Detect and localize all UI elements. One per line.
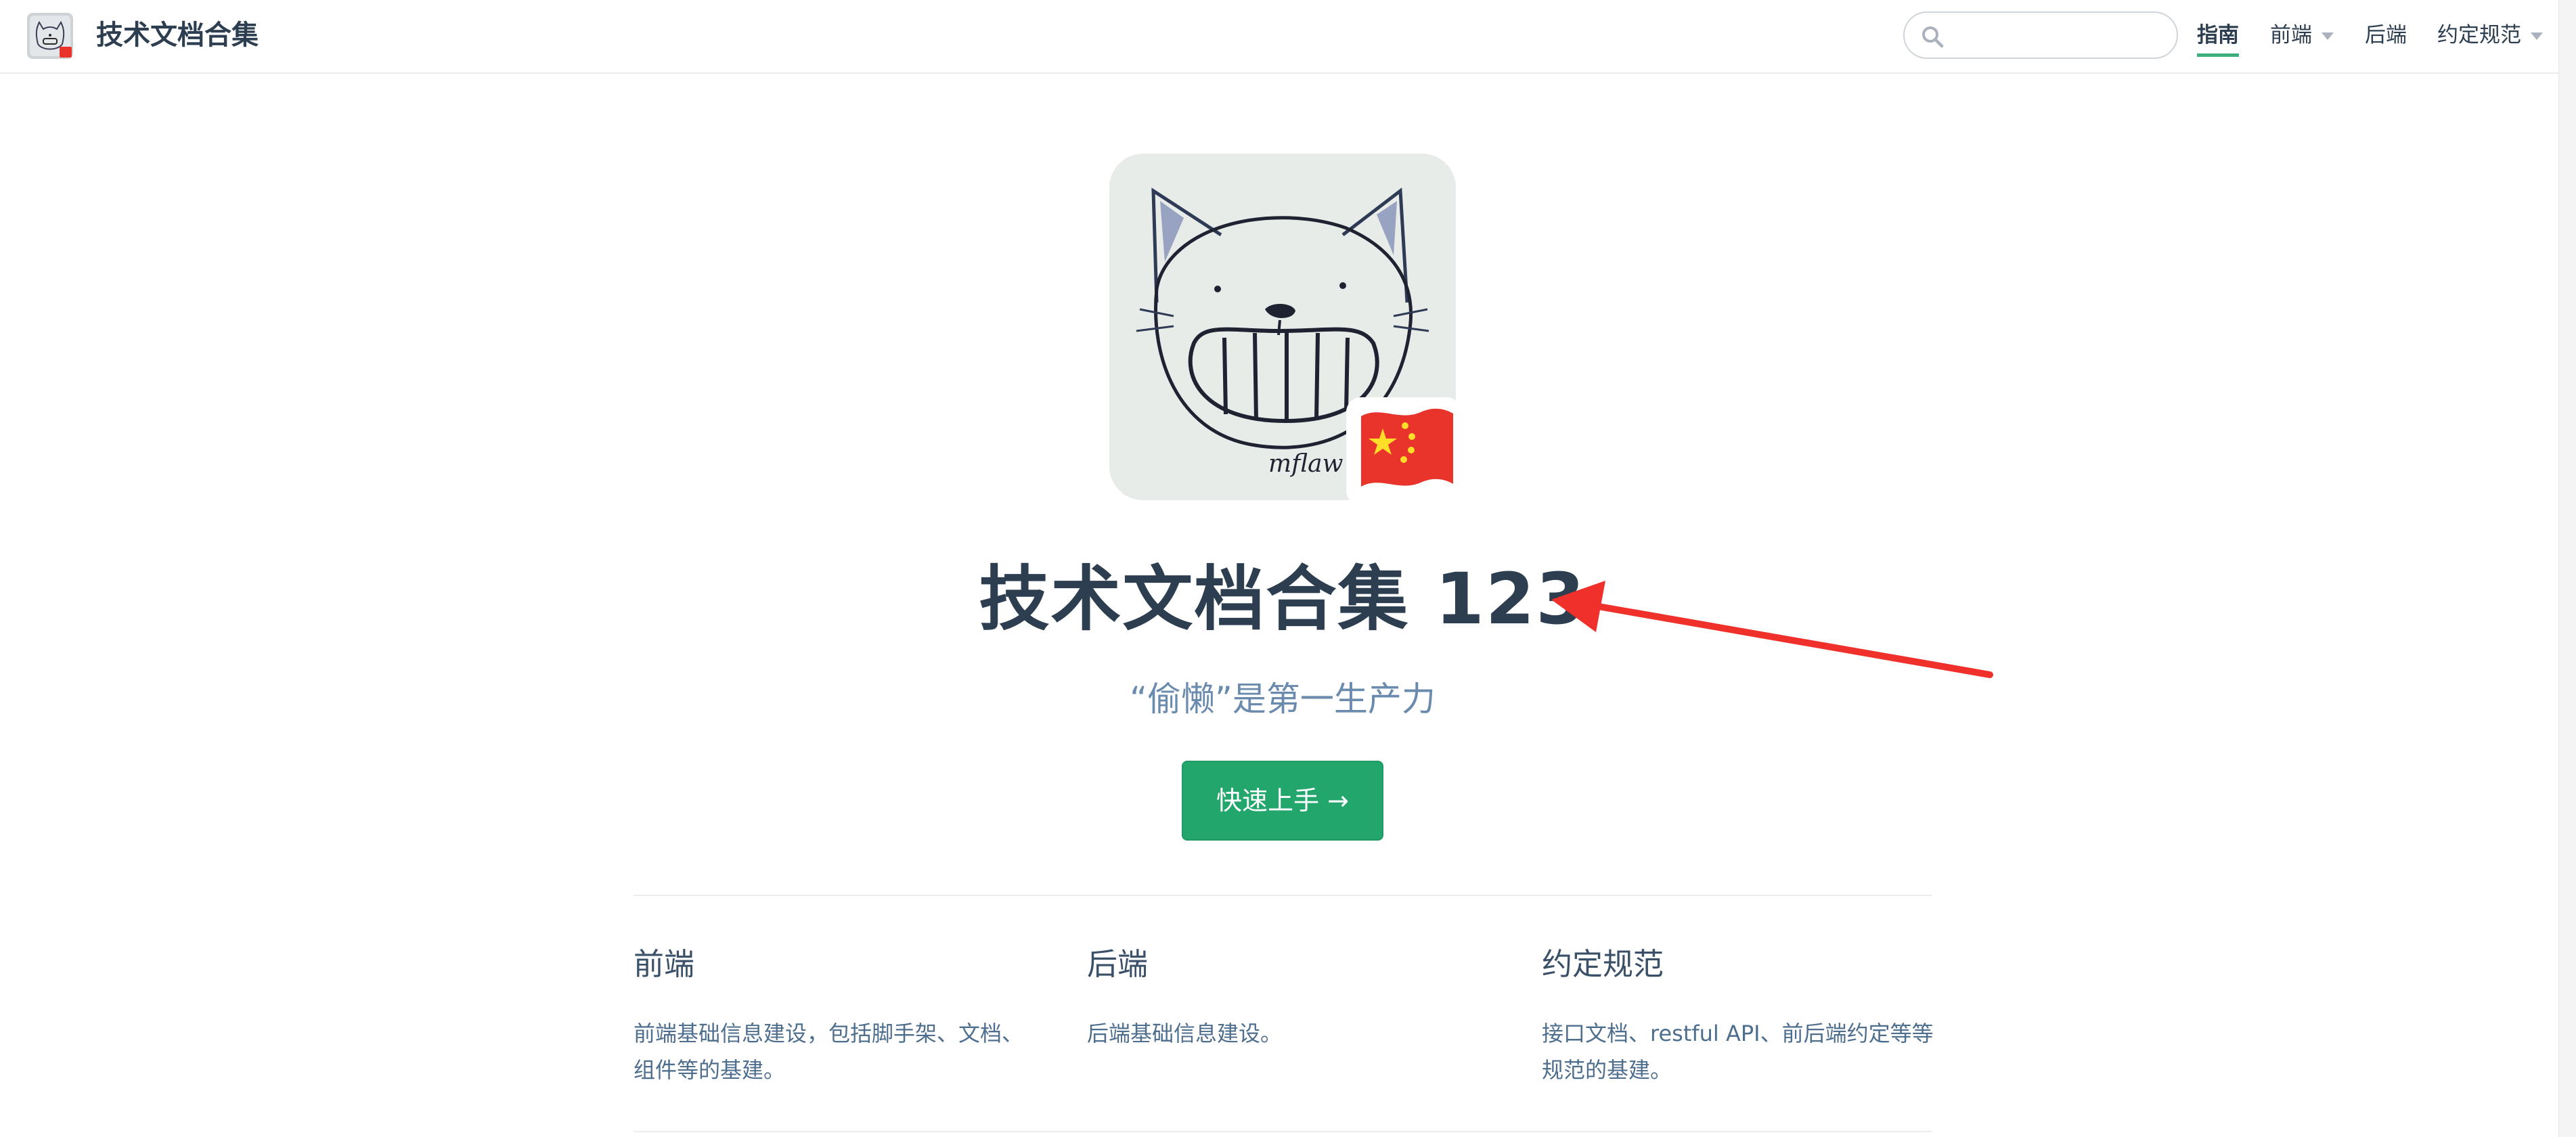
nav-item-frontend[interactable]: 前端 — [2270, 16, 2334, 54]
search-box[interactable] — [1903, 12, 2178, 59]
get-started-button[interactable]: 快速上手 → — [1182, 761, 1383, 841]
chevron-down-icon — [2531, 32, 2543, 40]
divider — [634, 1131, 1932, 1132]
nav-item-label: 前端 — [2270, 23, 2312, 47]
hero-description: “偷懒”是第一生产力 — [1130, 679, 1436, 719]
red-arrow-annotation-icon — [1551, 581, 1993, 678]
search-input[interactable] — [1955, 21, 2164, 51]
feature-backend: 后端 后端基础信息建设。 — [1087, 941, 1493, 1052]
feature-details: 接口文档、restful API、前后端约定等等规范的基建。 — [1542, 1021, 1934, 1083]
feature-title: 前端 — [634, 946, 695, 982]
feature-details: 前端基础信息建设，包括脚手架、文档、组件等的基建。 — [634, 1021, 1024, 1083]
feature-title: 后端 — [1087, 946, 1149, 982]
scrollbar[interactable] — [2558, 0, 2576, 1137]
nav-item-conventions[interactable]: 约定规范 — [2437, 16, 2543, 54]
navbar: 技术文档合集 指南 前端 后端 约定规范 — [0, 0, 2576, 74]
search-icon — [1922, 26, 1944, 48]
site-logo[interactable] — [27, 13, 73, 59]
feature-title: 约定规范 — [1542, 946, 1664, 982]
signature-text: mflaw — [1268, 450, 1343, 478]
nav-item-guide[interactable]: 指南 — [2197, 16, 2239, 57]
cat-sketch-with-flag-icon: mflaw — [1109, 154, 1461, 506]
feature-conventions: 约定规范 接口文档、restful API、前后端约定等等规范的基建。 — [1542, 941, 1948, 1088]
active-underline — [2197, 53, 2239, 57]
site-title[interactable]: 技术文档合集 — [96, 16, 259, 54]
china-flag-icon — [1361, 408, 1453, 487]
chevron-down-icon — [2322, 32, 2334, 40]
feature-details: 后端基础信息建设。 — [1087, 1021, 1283, 1046]
nav-item-label: 约定规范 — [2437, 23, 2521, 47]
nav-item-label: 后端 — [2365, 23, 2407, 47]
nav-item-label: 指南 — [2197, 23, 2239, 47]
nav-item-backend[interactable]: 后端 — [2365, 16, 2407, 54]
divider — [634, 895, 1932, 896]
hero-image: mflaw — [1109, 154, 1461, 506]
feature-frontend: 前端 前端基础信息建设，包括脚手架、文档、组件等的基建。 — [634, 941, 1040, 1088]
cat-drawing-logo-icon — [27, 13, 73, 59]
